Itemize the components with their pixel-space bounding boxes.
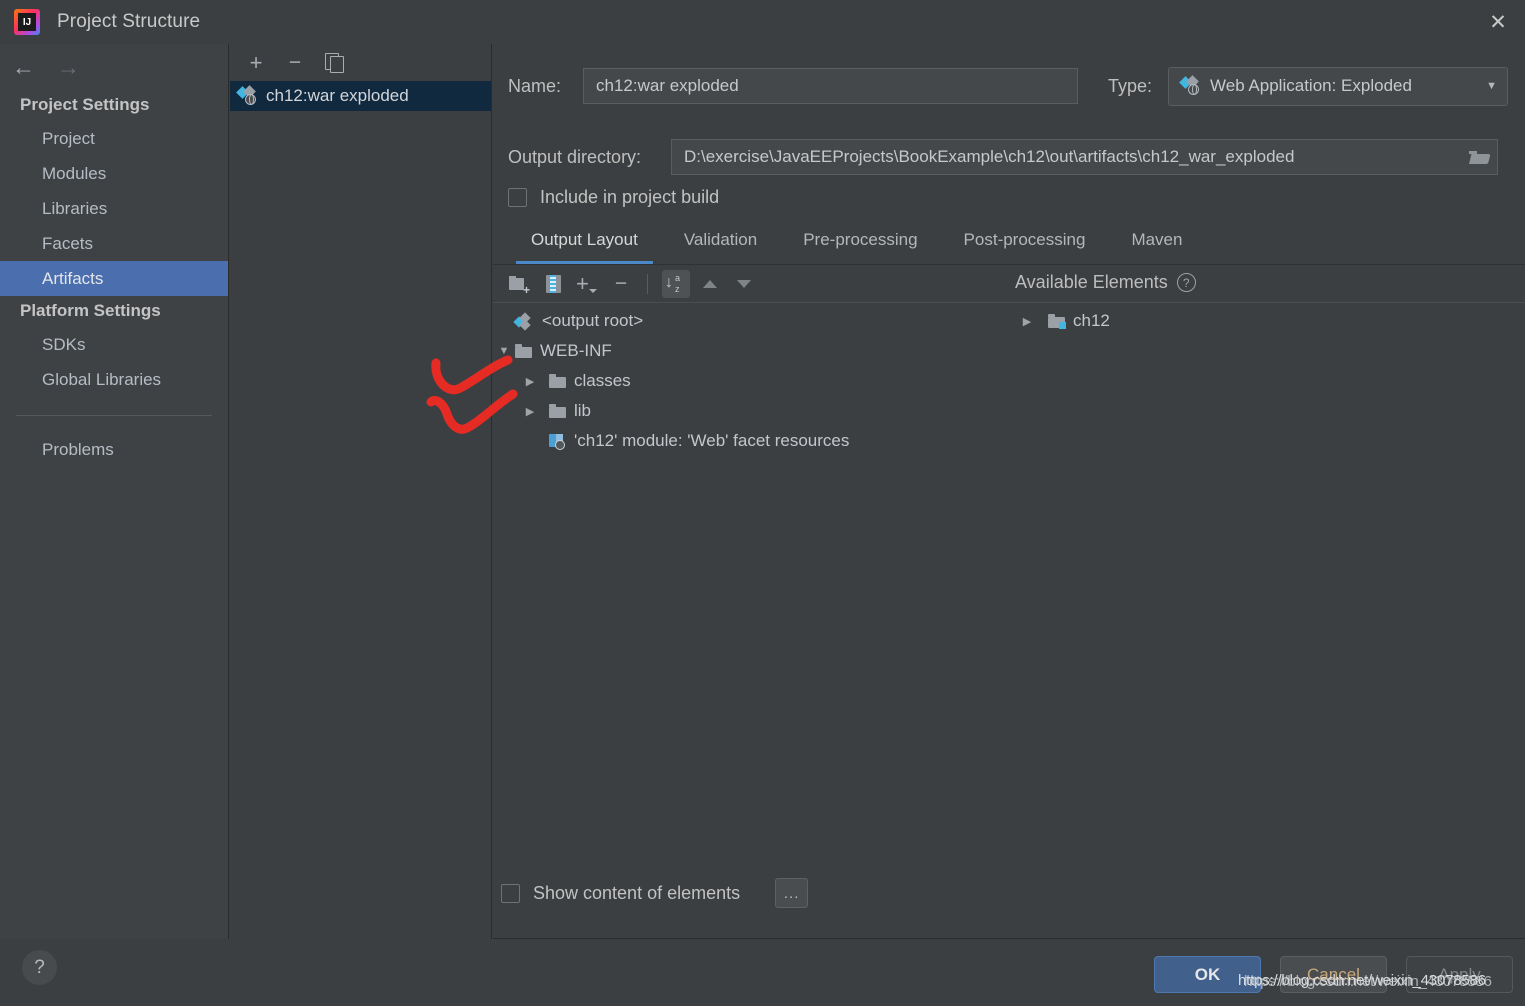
- tree-twisty-collapsed-icon[interactable]: ▶: [519, 405, 541, 418]
- tree-node-label: WEB-INF: [540, 341, 612, 360]
- minus-icon[interactable]: [284, 52, 306, 74]
- tree-node-label: 'ch12' module: 'Web' facet resources: [574, 431, 850, 450]
- output-directory-label: Output directory:: [508, 146, 642, 167]
- show-content-options-button[interactable]: ...: [775, 878, 809, 908]
- tree-node-lib[interactable]: ▶ lib: [493, 396, 1005, 426]
- sort-az-icon[interactable]: ↓ a z: [662, 270, 690, 298]
- title-bar: Project Structure ✕: [0, 0, 1525, 44]
- tree-node-label: ch12: [1073, 311, 1110, 330]
- checkbox-box: [508, 188, 527, 207]
- intellij-idea-logo-icon: [14, 9, 40, 35]
- tab-validation[interactable]: Validation: [661, 226, 780, 264]
- type-dropdown[interactable]: Web Application: Exploded ▼: [1168, 66, 1508, 106]
- window-title: Project Structure: [57, 11, 201, 32]
- minus-icon[interactable]: [607, 270, 635, 298]
- sidebar-item-artifacts[interactable]: Artifacts: [0, 261, 228, 296]
- sidebar-item-problems[interactable]: Problems: [0, 432, 228, 467]
- sidebar-item-modules[interactable]: Modules: [0, 156, 228, 191]
- arrow-up-icon[interactable]: [696, 270, 724, 298]
- artifact-icon: [236, 85, 258, 105]
- available-elements-header: Available Elements ?: [1015, 272, 1196, 293]
- tree-twisty: ▸: [493, 315, 515, 328]
- artifact-list-item[interactable]: ch12:war exploded: [230, 81, 491, 111]
- type-label: Type:: [1108, 75, 1153, 96]
- output-layout-toolbar: + ↓az Available Elements ?: [493, 265, 1525, 303]
- folder-icon: [515, 344, 532, 358]
- name-label: Name:: [508, 75, 562, 96]
- output-directory-input[interactable]: D:\exercise\JavaEEProjects\BookExample\c…: [671, 139, 1498, 175]
- question-mark-icon[interactable]: ?: [22, 950, 57, 985]
- artifact-detail-pane: Name: ch12:war exploded Type: Web Applic…: [493, 44, 1525, 939]
- show-content-label: Show content of elements: [533, 882, 741, 903]
- folder-open-icon[interactable]: [1463, 143, 1493, 171]
- tab-maven[interactable]: Maven: [1108, 226, 1205, 264]
- arrow-down-icon[interactable]: [730, 270, 758, 298]
- tab-post-processing[interactable]: Post-processing: [941, 226, 1109, 264]
- sidebar-nav-arrows: ← →: [0, 44, 228, 90]
- sidebar-divider: [16, 415, 212, 416]
- sidebar-group-platform-settings: Platform Settings: [20, 301, 161, 320]
- folder-icon: [549, 404, 566, 418]
- output-directory-row: Output directory: D:\exercise\JavaEEProj…: [493, 139, 1525, 175]
- artifact-list-panel: ch12:war exploded: [230, 44, 492, 939]
- include-in-project-build-checkbox[interactable]: Include in project build: [508, 187, 719, 208]
- available-tree-top-border: [1006, 302, 1525, 303]
- tree-twisty: ▸: [519, 435, 541, 448]
- tree-node-facet-resources[interactable]: ▸ 'ch12' module: 'Web' facet resources: [493, 426, 1005, 456]
- sidebar-item-facets[interactable]: Facets: [0, 226, 228, 261]
- output-tree-top-border: [493, 302, 1011, 303]
- plus-icon[interactable]: [245, 52, 267, 74]
- sidebar-group-project-settings: Project Settings: [20, 95, 150, 114]
- name-input[interactable]: ch12:war exploded: [583, 68, 1078, 104]
- watermark: https://blog.csdn.net/weixin_43078586 ht…: [1238, 972, 1492, 990]
- detail-bottom-border: [493, 938, 1525, 939]
- tab-output-layout[interactable]: Output Layout: [508, 226, 661, 264]
- copy-icon[interactable]: [323, 52, 345, 74]
- chevron-down-icon: ▼: [1486, 80, 1497, 92]
- type-dropdown-value: Web Application: Exploded: [1210, 76, 1412, 95]
- arrow-left-icon[interactable]: ←: [12, 55, 35, 79]
- folder-icon: [549, 374, 566, 388]
- sidebar-item-global-libraries[interactable]: Global Libraries: [0, 362, 228, 397]
- artifact-list-toolbar: [230, 44, 491, 81]
- facet-resources-icon: [549, 433, 566, 450]
- tab-pre-processing[interactable]: Pre-processing: [780, 226, 940, 264]
- sidebar-item-project[interactable]: Project: [0, 121, 228, 156]
- tree-twisty-collapsed-icon[interactable]: ▶: [1016, 315, 1038, 328]
- output-layout-tree: ▸ <output root> ▼ WEB-INF ▶ classes ▶ li…: [493, 306, 1005, 456]
- artifact-list-item-label: ch12:war exploded: [266, 86, 409, 105]
- archive-icon[interactable]: [539, 270, 567, 298]
- available-elements-label: Available Elements: [1015, 272, 1168, 292]
- settings-sidebar: ← → Project Settings Project Modules Lib…: [0, 44, 229, 939]
- plus-dropdown-icon[interactable]: [573, 270, 601, 298]
- project-structure-dialog: Project Structure ✕ ← → Project Settings…: [0, 0, 1525, 1006]
- help-circle-icon[interactable]: ?: [1176, 273, 1196, 292]
- tree-node-output-root[interactable]: ▸ <output root>: [493, 306, 1005, 336]
- tree-node-ch12-module[interactable]: ▶ ch12: [1006, 306, 1525, 336]
- tree-node-label: <output root>: [542, 311, 644, 330]
- close-icon[interactable]: ✕: [1471, 0, 1525, 44]
- detail-tabs: Output Layout Validation Pre-processing …: [508, 226, 1525, 265]
- output-root-icon: [513, 311, 534, 331]
- arrow-right-icon[interactable]: →: [57, 55, 80, 79]
- tree-node-web-inf[interactable]: ▼ WEB-INF: [493, 336, 1005, 366]
- available-elements-tree: ▶ ch12: [1006, 306, 1525, 336]
- tree-node-classes[interactable]: ▶ classes: [493, 366, 1005, 396]
- tree-twisty-collapsed-icon[interactable]: ▶: [519, 375, 541, 388]
- include-in-project-build-label: Include in project build: [540, 187, 720, 207]
- sidebar-item-libraries[interactable]: Libraries: [0, 191, 228, 226]
- module-folder-icon: [1048, 314, 1066, 329]
- new-folder-icon[interactable]: +: [505, 270, 533, 298]
- name-type-row: Name: ch12:war exploded Type: Web Applic…: [493, 66, 1525, 106]
- artifact-icon: [1179, 75, 1201, 95]
- watermark-line-2: https://blog.csdn.net/weixin_43078586: [1244, 973, 1492, 990]
- output-directory-value: D:\exercise\JavaEEProjects\BookExample\c…: [684, 147, 1295, 166]
- show-content-checkbox[interactable]: [501, 883, 520, 903]
- tree-node-label: classes: [574, 371, 631, 390]
- tree-twisty-expanded-icon[interactable]: ▼: [493, 345, 515, 357]
- tree-node-label: lib: [574, 401, 592, 420]
- show-content-row: Show content of elements ...: [501, 878, 809, 908]
- sidebar-item-sdks[interactable]: SDKs: [0, 327, 228, 362]
- toolbar-separator: [647, 274, 648, 294]
